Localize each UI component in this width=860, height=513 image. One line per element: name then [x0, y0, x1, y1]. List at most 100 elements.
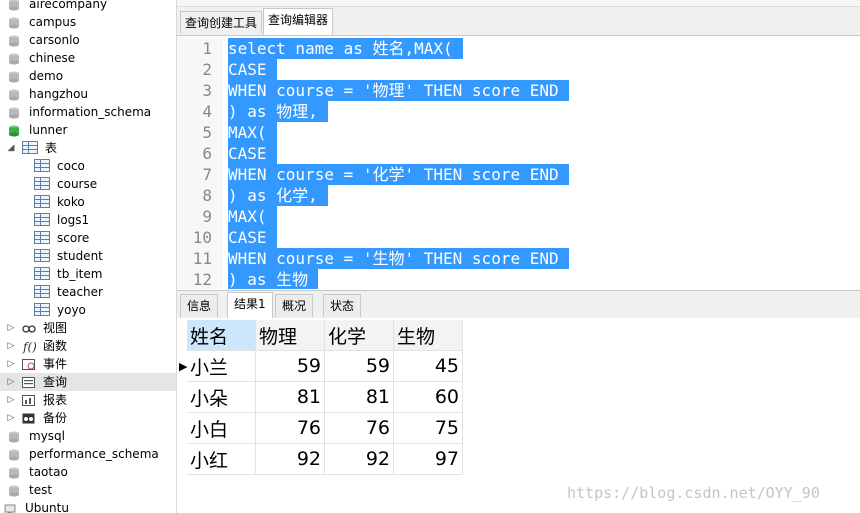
tree-item-yoyo[interactable]: yoyo: [0, 301, 176, 319]
code-text: ) as 化学,: [228, 185, 328, 206]
tree-item-test[interactable]: test: [0, 481, 176, 499]
table-row[interactable]: 小朵 81 81 60: [187, 381, 463, 413]
table-cell[interactable]: 92: [255, 443, 325, 475]
column-header-biology[interactable]: 生物: [393, 320, 463, 351]
tree-item-label: campus: [29, 15, 77, 29]
tab-query-builder[interactable]: 查询创建工具: [180, 11, 263, 33]
table-cell[interactable]: 81: [255, 381, 325, 413]
tree-item-hangzhou[interactable]: hangzhou: [0, 85, 176, 103]
tree-item-teacher[interactable]: teacher: [0, 283, 176, 301]
tree-item-lunner[interactable]: lunner: [0, 121, 176, 139]
database-icon: [8, 484, 24, 497]
table-cell[interactable]: 小朵: [187, 381, 256, 413]
tab-info[interactable]: 信息: [180, 294, 219, 317]
tree-item-campus[interactable]: campus: [0, 13, 176, 31]
tree-item-备份[interactable]: ▷ 备份: [0, 409, 176, 427]
expand-arrow-icon[interactable]: ▷: [6, 355, 16, 373]
tab-status[interactable]: 状态: [323, 294, 362, 317]
table-row[interactable]: 小红 92 92 97: [187, 443, 463, 475]
code-text: MAX(: [228, 206, 277, 227]
table-cell[interactable]: 小红: [187, 443, 256, 475]
tree-item-demo[interactable]: demo: [0, 67, 176, 85]
tree-item-事件[interactable]: ▷ 事件: [0, 355, 176, 373]
tree-item-tb_item[interactable]: tb_item: [0, 265, 176, 283]
tree-item-label: airecompany: [29, 0, 108, 11]
tab-query-editor[interactable]: 查询编辑器: [263, 8, 334, 35]
tree-item-label: hangzhou: [29, 87, 89, 101]
table-cell[interactable]: 小白: [187, 412, 256, 444]
table-cell[interactable]: 45: [393, 350, 463, 382]
tree-item-label: score: [57, 231, 90, 245]
table-icon: [34, 285, 50, 298]
tree-item-label: carsonlo: [29, 33, 80, 47]
table-cell[interactable]: 97: [393, 443, 463, 475]
tree-item-chinese[interactable]: chinese: [0, 49, 176, 67]
column-header-physics[interactable]: 物理: [255, 320, 325, 351]
tree-item-score[interactable]: score: [0, 229, 176, 247]
expand-arrow-icon[interactable]: ▷: [6, 391, 16, 409]
table-row[interactable]: 小兰 59 59 45: [187, 350, 463, 382]
table-cell[interactable]: 小兰: [187, 350, 256, 382]
table-cell[interactable]: 76: [324, 412, 394, 444]
table-cell[interactable]: 81: [324, 381, 394, 413]
editor-tab-bar: 查询创建工具 查询编辑器: [177, 7, 860, 36]
tree-item-airecompany[interactable]: airecompany: [0, 0, 176, 13]
column-header-chemistry[interactable]: 化学: [324, 320, 394, 351]
tree-item-koko[interactable]: koko: [0, 193, 176, 211]
column-header-name[interactable]: 姓名: [187, 320, 256, 351]
reports-icon: [22, 394, 38, 406]
line-number: 5: [202, 123, 212, 142]
code-line: 11 WHEN course = '生物' THEN score END: [177, 248, 860, 269]
toolbar: [177, 0, 860, 7]
table-cell[interactable]: 59: [324, 350, 394, 382]
table-cell[interactable]: 76: [255, 412, 325, 444]
tree-item-carsonlo[interactable]: carsonlo: [0, 31, 176, 49]
code-line: 1 select name as 姓名,MAX(: [177, 38, 860, 59]
expand-arrow-icon[interactable]: ▷: [6, 337, 16, 355]
table-cell[interactable]: 92: [324, 443, 394, 475]
tree-item-label: yoyo: [57, 303, 86, 317]
tree-item-函数[interactable]: ▷ f() 函数: [0, 337, 176, 355]
expand-arrow-icon[interactable]: ▷: [6, 319, 16, 337]
line-number: 8: [202, 186, 212, 205]
table-cell[interactable]: 75: [393, 412, 463, 444]
tree-item-taotao[interactable]: taotao: [0, 463, 176, 481]
line-number: 6: [202, 144, 212, 163]
tree-item-label: coco: [57, 159, 85, 173]
expand-arrow-icon[interactable]: ▷: [6, 373, 16, 391]
tree-item-student[interactable]: student: [0, 247, 176, 265]
code-line: 7 WHEN course = '化学' THEN score END: [177, 164, 860, 185]
database-icon: [8, 88, 24, 101]
tree-item-视图[interactable]: ▷ 视图: [0, 319, 176, 337]
tree-item-表[interactable]: ◢ 表: [0, 139, 176, 157]
tree-item-course[interactable]: course: [0, 175, 176, 193]
database-icon: [8, 0, 24, 11]
tree-item-Ubuntu[interactable]: Ubuntu: [0, 499, 176, 513]
expand-arrow-icon[interactable]: ▷: [6, 409, 16, 427]
tree-item-label: Ubuntu: [25, 501, 69, 513]
table-icon: [34, 213, 50, 226]
svg-text:f(): f(): [22, 340, 36, 354]
tab-overview[interactable]: 概况: [275, 294, 314, 317]
tree-item-查询[interactable]: ▷ 查询: [0, 373, 176, 391]
queries-icon: [22, 376, 38, 388]
code-text: select name as 姓名,MAX(: [228, 38, 463, 59]
table-icon: [34, 177, 50, 190]
line-number: 1: [202, 39, 212, 58]
sql-editor[interactable]: 1 select name as 姓名,MAX(2 CASE 3 WHEN course…: [177, 36, 860, 289]
tree-item-mysql[interactable]: mysql: [0, 427, 176, 445]
result-grid[interactable]: 姓名 物理 化学 生物 小兰 59 59 45 小朵 81 81 60 小白 76 76 75 小红 92…: [187, 320, 463, 475]
tree-item-information_schema[interactable]: information_schema: [0, 103, 176, 121]
code-line: 10 CASE: [177, 227, 860, 248]
tree-item-报表[interactable]: ▷ 报表: [0, 391, 176, 409]
tree-item-label: 事件: [43, 357, 68, 371]
tab-result1[interactable]: 结果1: [227, 292, 273, 318]
tree-item-coco[interactable]: coco: [0, 157, 176, 175]
code-line: 5 MAX(: [177, 122, 860, 143]
table-cell[interactable]: 60: [393, 381, 463, 413]
table-row[interactable]: 小白 76 76 75: [187, 412, 463, 444]
table-cell[interactable]: 59: [255, 350, 325, 382]
tree-item-logs1[interactable]: logs1: [0, 211, 176, 229]
collapse-arrow-icon[interactable]: ◢: [6, 139, 16, 157]
tree-item-performance_schema[interactable]: performance_schema: [0, 445, 176, 463]
